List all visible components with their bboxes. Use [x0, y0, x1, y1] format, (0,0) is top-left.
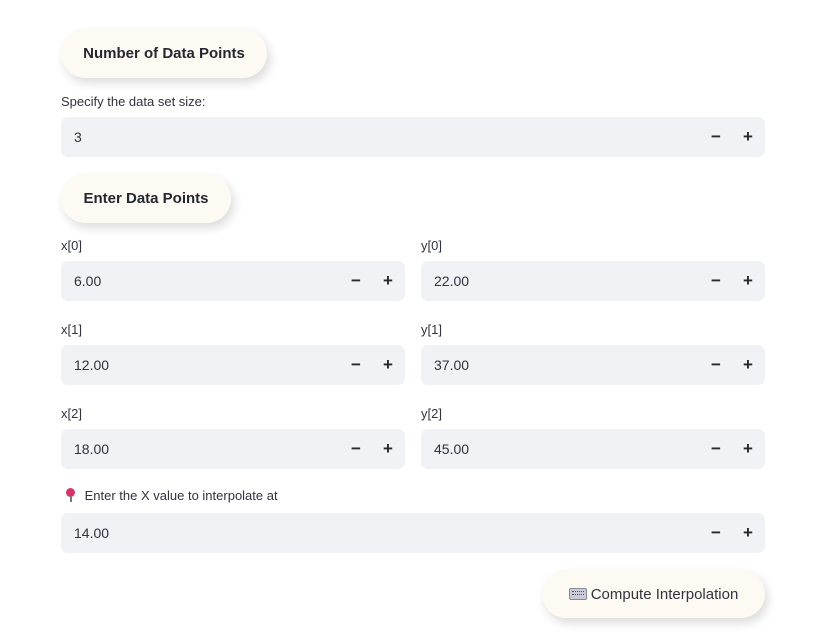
y2-label: y[2]	[421, 406, 442, 421]
decrement-button[interactable]: −	[700, 261, 732, 301]
y2-input[interactable]: 45.00 − +	[421, 429, 765, 469]
x2-label: x[2]	[61, 406, 82, 421]
y0-value[interactable]: 22.00	[421, 273, 700, 289]
increment-button[interactable]: +	[732, 117, 764, 157]
increment-button[interactable]: +	[732, 261, 764, 301]
pushpin-icon	[63, 488, 77, 502]
section-title-text: Enter Data Points	[83, 190, 209, 207]
y1-input[interactable]: 37.00 − +	[421, 345, 765, 385]
decrement-button[interactable]: −	[700, 429, 732, 469]
increment-button[interactable]: +	[372, 429, 404, 469]
increment-button[interactable]: +	[732, 513, 764, 553]
dataset-size-input[interactable]: 3 − +	[61, 117, 765, 157]
x0-label: x[0]	[61, 238, 82, 253]
increment-button[interactable]: +	[372, 345, 404, 385]
y2-value[interactable]: 45.00	[421, 441, 700, 457]
keyboard-icon	[568, 588, 587, 600]
x1-value[interactable]: 12.00	[61, 357, 340, 373]
x0-input[interactable]: 6.00 − +	[61, 261, 405, 301]
x2-input[interactable]: 18.00 − +	[61, 429, 405, 469]
interp-field-label: Enter the X value to interpolate at	[63, 488, 278, 503]
y0-input[interactable]: 22.00 − +	[421, 261, 765, 301]
increment-button[interactable]: +	[372, 261, 404, 301]
x1-input[interactable]: 12.00 − +	[61, 345, 405, 385]
decrement-button[interactable]: −	[340, 261, 372, 301]
interp-label-text: Enter the X value to interpolate at	[84, 488, 278, 503]
compute-interpolation-button[interactable]: Compute Interpolation	[542, 570, 765, 618]
decrement-button[interactable]: −	[700, 513, 732, 553]
increment-button[interactable]: +	[732, 345, 764, 385]
section-title-number-of-points: Number of Data Points	[61, 29, 267, 78]
decrement-button[interactable]: −	[340, 429, 372, 469]
size-field-label: Specify the data set size:	[61, 94, 206, 109]
x2-value[interactable]: 18.00	[61, 441, 340, 457]
dataset-size-value[interactable]: 3	[61, 129, 700, 145]
x1-label: x[1]	[61, 322, 82, 337]
compute-button-label: Compute Interpolation	[590, 585, 739, 603]
interp-x-value[interactable]: 14.00	[61, 525, 700, 541]
y0-label: y[0]	[421, 238, 442, 253]
decrement-button[interactable]: −	[700, 345, 732, 385]
interp-x-input[interactable]: 14.00 − +	[61, 513, 765, 553]
section-title-text: Number of Data Points	[83, 45, 245, 62]
decrement-button[interactable]: −	[700, 117, 732, 157]
increment-button[interactable]: +	[732, 429, 764, 469]
y1-label: y[1]	[421, 322, 442, 337]
decrement-button[interactable]: −	[340, 345, 372, 385]
x0-value[interactable]: 6.00	[61, 273, 340, 289]
section-title-enter-data-points: Enter Data Points	[61, 174, 231, 223]
y1-value[interactable]: 37.00	[421, 357, 700, 373]
